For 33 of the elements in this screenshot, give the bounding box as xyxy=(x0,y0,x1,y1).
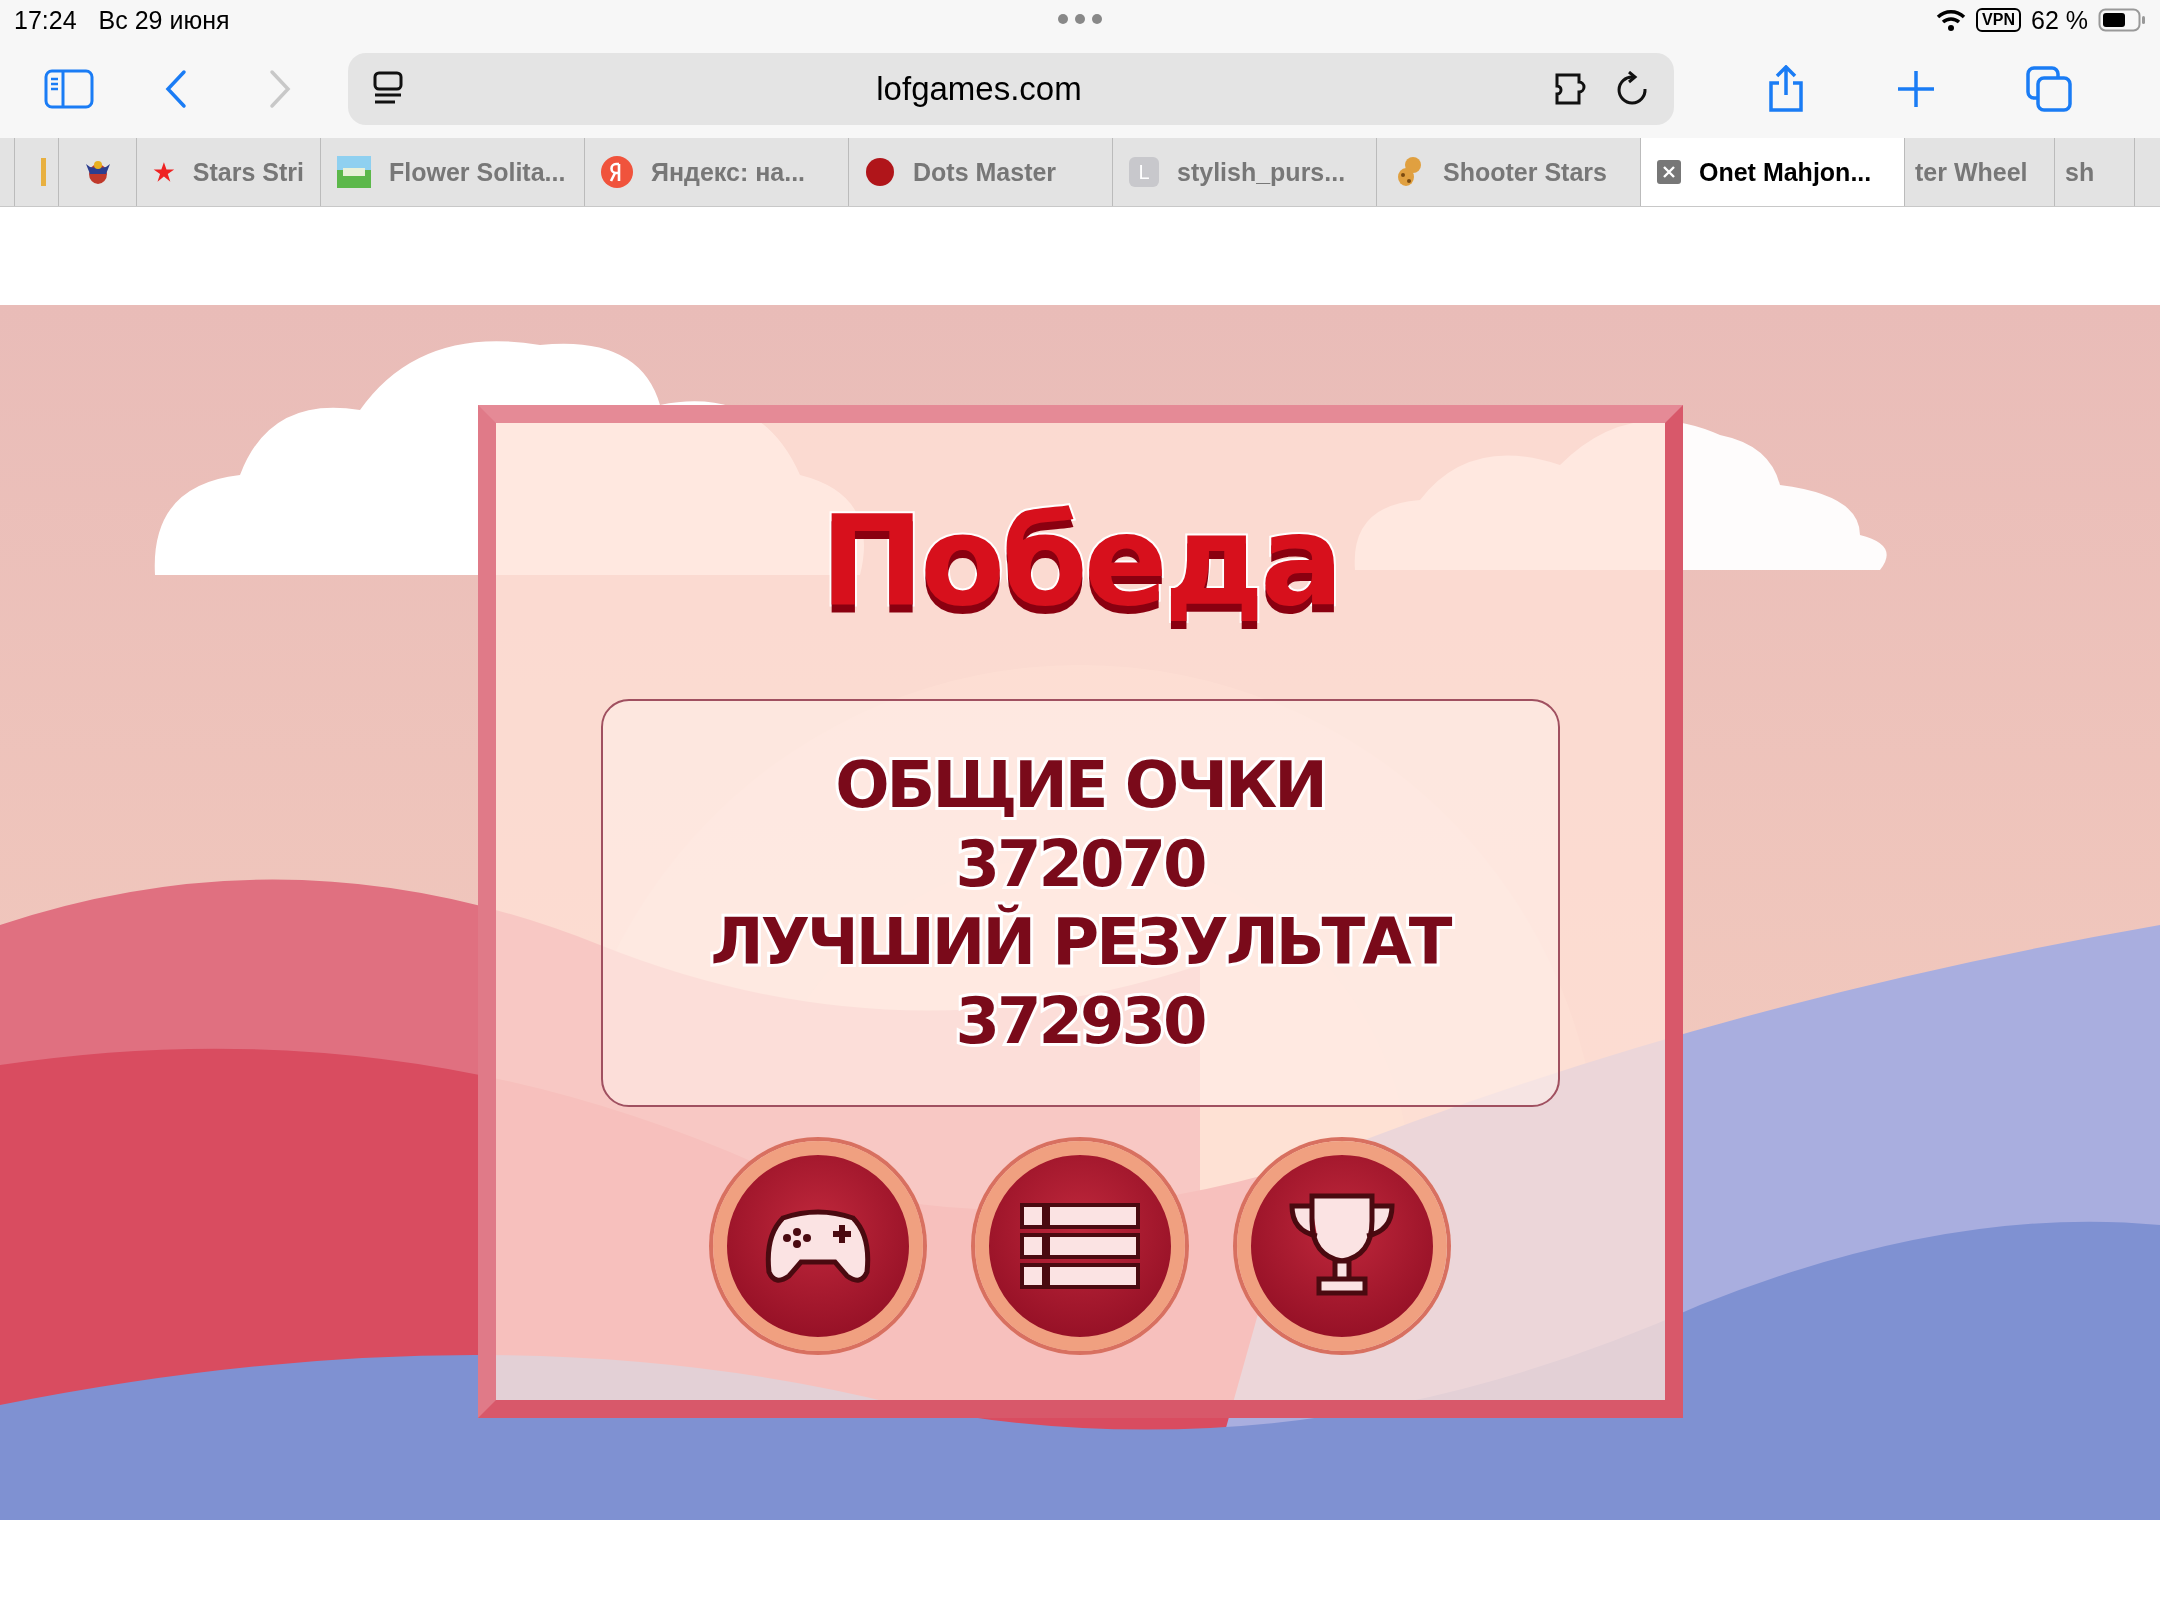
sidebar-icon[interactable] xyxy=(44,69,94,109)
status-time: 17:24 xyxy=(14,5,77,35)
share-icon[interactable] xyxy=(1766,65,1806,113)
browser-tab[interactable]: Dots Master xyxy=(848,138,1112,206)
tabs-overview-icon[interactable] xyxy=(2026,66,2072,112)
browser-tab[interactable]: Stars Stri xyxy=(136,138,320,206)
url-text: lofgames.com xyxy=(875,70,1083,108)
browser-tab[interactable]: Onet Mahjon... xyxy=(1640,138,1904,206)
status-date: Вс 29 июня xyxy=(98,5,230,35)
wifi-icon xyxy=(1936,9,1967,31)
new-tab-icon[interactable] xyxy=(1896,69,1936,109)
dot-icon xyxy=(865,157,895,187)
back-icon[interactable] xyxy=(164,69,188,109)
list-icon xyxy=(1020,1201,1140,1292)
yandex-logo-icon xyxy=(601,156,633,188)
reader-icon[interactable] xyxy=(372,71,404,107)
browser-tab[interactable]: sh xyxy=(2054,138,2134,206)
battery-icon xyxy=(2098,8,2146,32)
browser-tab[interactable]: Flower Solita... xyxy=(320,138,584,206)
browser-tab[interactable]: ter Wheel xyxy=(1904,138,2054,206)
browser-tab[interactable]: Яндекс: на... xyxy=(584,138,848,206)
meadow-picture-icon xyxy=(337,156,371,188)
score-value: 372930 xyxy=(955,983,1205,1060)
score-label: ЛУЧШИЙ РЕЗУЛЬТАТ xyxy=(710,904,1450,982)
score-label: ОБЩИЕ ОЧКИ xyxy=(835,746,1325,824)
battery-percent: 62 % xyxy=(2031,5,2088,35)
score-value: 372070 xyxy=(955,825,1205,903)
vpn-badge: VPN xyxy=(1976,8,2021,32)
tab-icon-sliver xyxy=(41,158,46,186)
more-dots-icon[interactable] xyxy=(1058,14,1102,24)
address-bar[interactable]: lofgames.com xyxy=(348,53,1674,125)
victory-title: Победа xyxy=(820,493,1340,630)
close-icon[interactable] xyxy=(1657,160,1681,184)
